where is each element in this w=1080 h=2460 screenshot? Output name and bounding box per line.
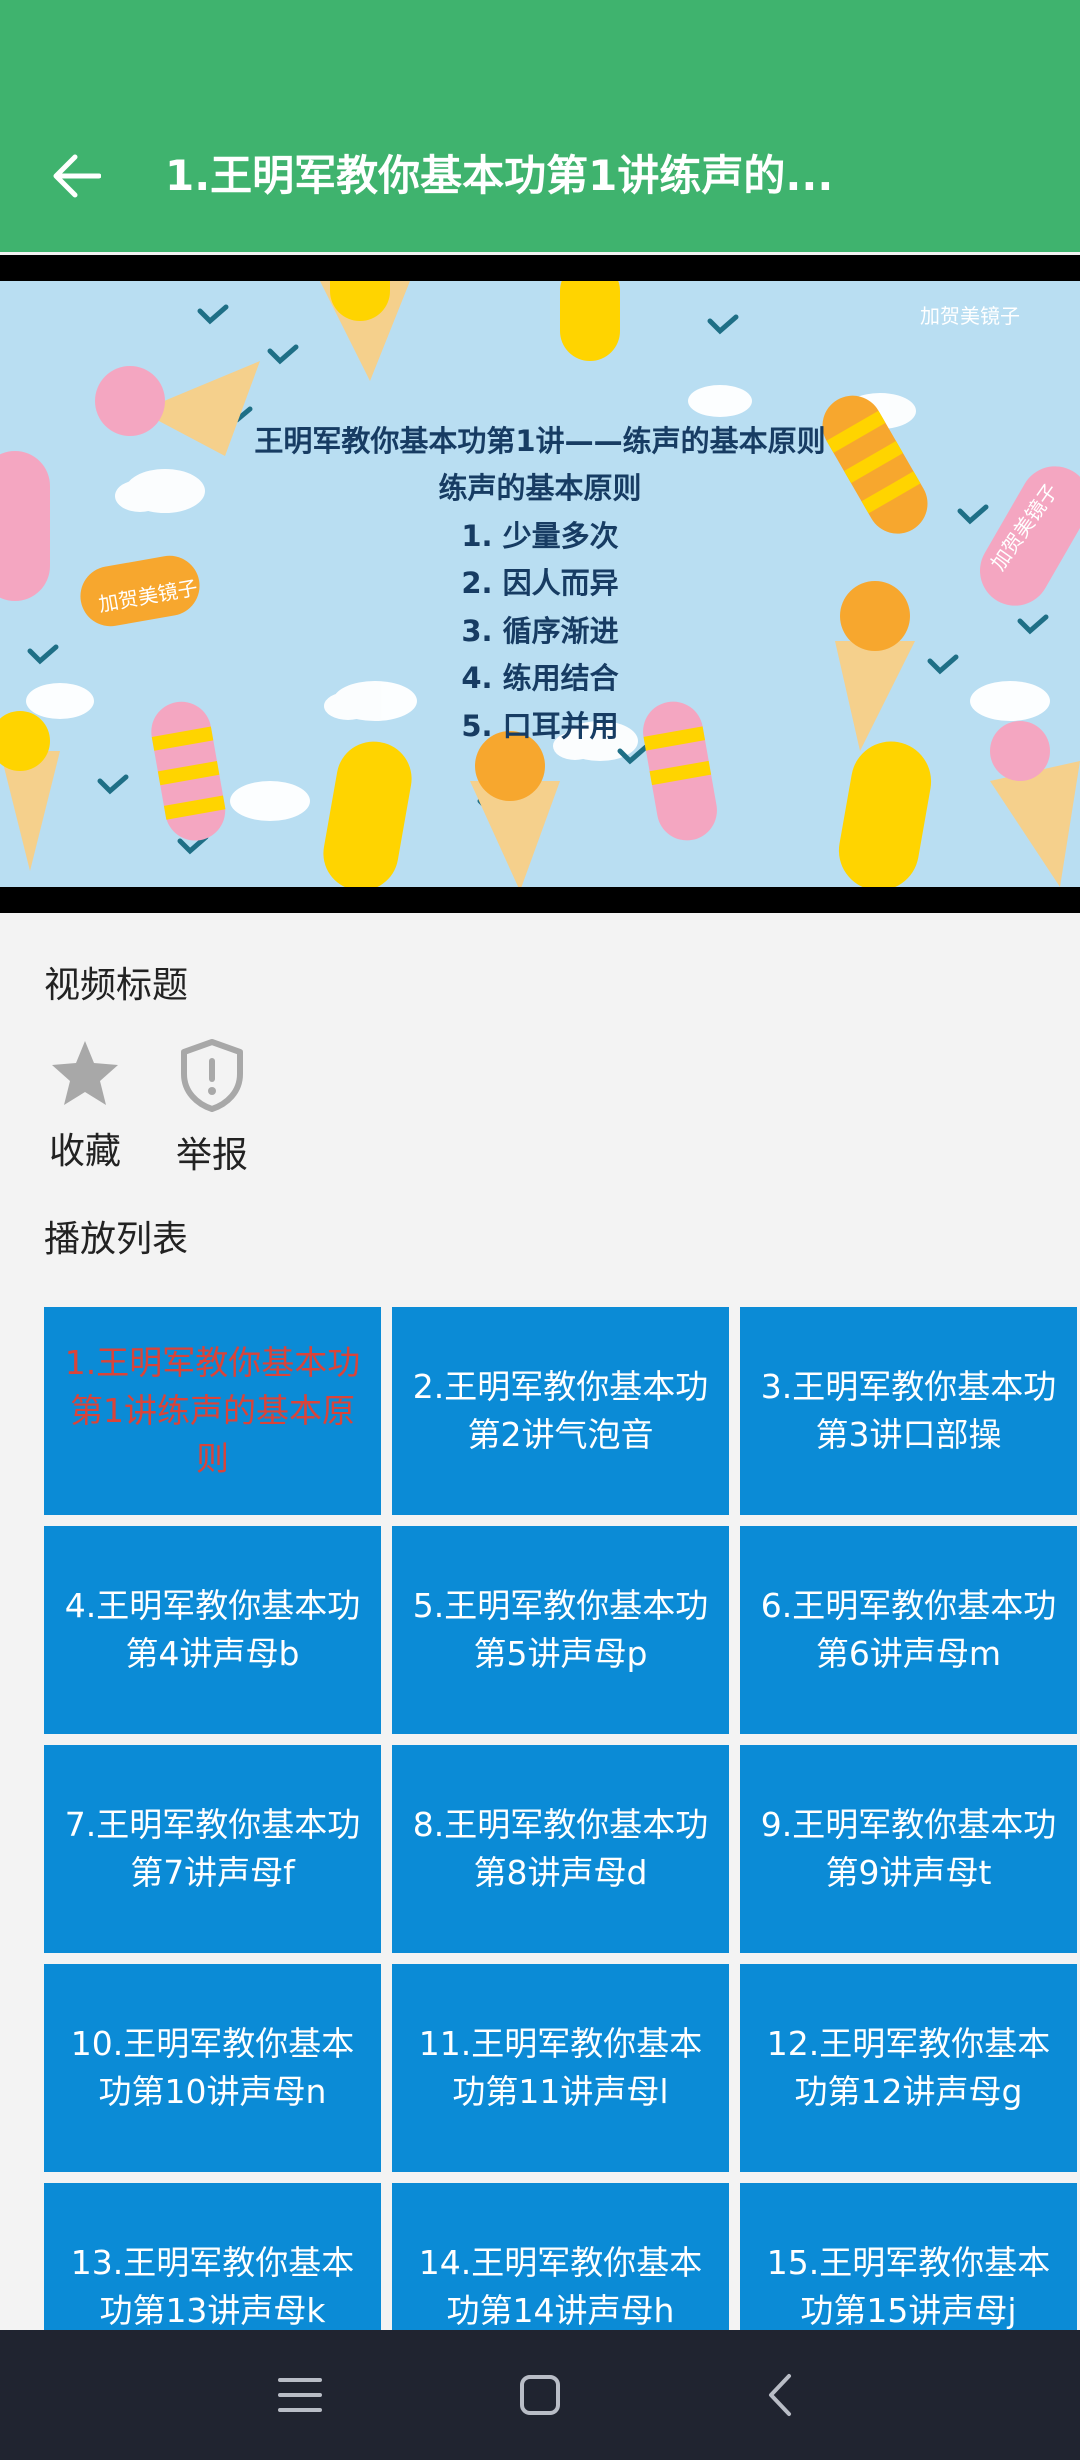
star-icon: [52, 1041, 118, 1105]
playlist-item[interactable]: 14.王明军教你基本功第14讲声母h: [392, 2183, 729, 2330]
playlist-item-label: 5.王明军教你基本功第5讲声母p: [412, 1586, 709, 1673]
slide-point: 3. 循序渐进: [461, 614, 618, 648]
playlist-item[interactable]: 6.王明军教你基本功第6讲声母m: [740, 1526, 1077, 1734]
system-nav-bar: [0, 2330, 1080, 2460]
playlist-grid: 1.王明军教你基本功第1讲练声的基本原则 2.王明军教你基本功第2讲气泡音 3.王明…: [44, 1307, 1080, 2330]
home-button[interactable]: [500, 2355, 580, 2435]
report-button[interactable]: 举报: [152, 1038, 272, 1178]
slide-point: 5. 口耳并用: [461, 709, 618, 743]
playlist-item-label: 10.王明军教你基本功第10讲声母n: [70, 2024, 355, 2111]
menu-icon: [278, 2378, 322, 2412]
video-player[interactable]: 王明军教你基本功第1讲——练声的基本原则 练声的基本原则 1. 少量多次 2. …: [0, 255, 1080, 913]
playlist-item[interactable]: 3.王明军教你基本功第3讲口部操: [740, 1307, 1077, 1515]
video-frame: 王明军教你基本功第1讲——练声的基本原则 练声的基本原则 1. 少量多次 2. …: [0, 281, 1080, 887]
playlist-item[interactable]: 5.王明军教你基本功第5讲声母p: [392, 1526, 729, 1734]
playlist-item-label: 4.王明军教你基本功第4讲声母b: [64, 1586, 361, 1673]
back-button[interactable]: [38, 138, 114, 214]
slide-point: 1. 少量多次: [461, 519, 618, 553]
playlist-item[interactable]: 10.王明军教你基本功第10讲声母n: [44, 1964, 381, 2172]
playlist-item[interactable]: 7.王明军教你基本功第7讲声母f: [44, 1745, 381, 1953]
playlist-item-label: 3.王明军教你基本功第3讲口部操: [760, 1367, 1057, 1454]
favorite-button[interactable]: 收藏: [25, 1038, 145, 1174]
playlist-item[interactable]: 15.王明军教你基本功第15讲声母j: [740, 2183, 1077, 2330]
playlist-item-label: 7.王明军教你基本功第7讲声母f: [64, 1805, 361, 1892]
shield-alert-icon: [181, 1039, 243, 1112]
playlist-item[interactable]: 9.王明军教你基本功第9讲声母t: [740, 1745, 1077, 1953]
playlist-item-label: 14.王明军教你基本功第14讲声母h: [418, 2243, 703, 2330]
video-title-label: 视频标题: [44, 965, 189, 1006]
playlist-item[interactable]: 1.王明军教你基本功第1讲练声的基本原则: [44, 1307, 381, 1515]
playlist-item-label: 2.王明军教你基本功第2讲气泡音: [412, 1367, 709, 1454]
playlist-item[interactable]: 13.王明军教你基本功第13讲声母k: [44, 2183, 381, 2330]
watermark: 加贺美镜子: [920, 304, 1020, 328]
recent-apps-button[interactable]: [260, 2355, 340, 2435]
playlist-item[interactable]: 8.王明军教你基本功第8讲声母d: [392, 1745, 729, 1953]
slide-title: 王明军教你基本功第1讲——练声的基本原则: [254, 424, 825, 458]
playlist-label: 播放列表: [44, 1219, 189, 1260]
report-label: 举报: [175, 1135, 248, 1176]
slide-subtitle: 练声的基本原则: [438, 471, 641, 505]
playlist-item[interactable]: 4.王明军教你基本功第4讲声母b: [44, 1526, 381, 1734]
playlist-item-label: 15.王明军教你基本功第15讲声母j: [766, 2243, 1051, 2330]
page-title: 1.王明军教你基本功第1讲练声的...: [165, 151, 834, 200]
home-square-icon: [520, 2375, 560, 2415]
back-chevron-icon: [769, 2374, 791, 2416]
playlist-item-label: 11.王明军教你基本功第11讲声母l: [418, 2024, 703, 2111]
playlist-item-label: 8.王明军教你基本功第8讲声母d: [412, 1805, 709, 1892]
playlist-item[interactable]: 12.王明军教你基本功第12讲声母g: [740, 1964, 1077, 2172]
app-bar: 1.王明军教你基本功第1讲练声的...: [0, 0, 1080, 252]
playlist-item-label: 13.王明军教你基本功第13讲声母k: [70, 2243, 355, 2330]
slide-point: 4. 练用结合: [461, 661, 618, 695]
playlist-item-label: 9.王明军教你基本功第9讲声母t: [760, 1805, 1057, 1892]
playlist-item[interactable]: 11.王明军教你基本功第11讲声母l: [392, 1964, 729, 2172]
playlist-item-label: 1.王明军教你基本功第1讲练声的基本原则: [64, 1343, 361, 1478]
favorite-label: 收藏: [48, 1131, 121, 1172]
back-nav-button[interactable]: [740, 2355, 820, 2435]
slide-point: 2. 因人而异: [461, 566, 618, 600]
playlist-item[interactable]: 2.王明军教你基本功第2讲气泡音: [392, 1307, 729, 1515]
playlist-item-label: 6.王明军教你基本功第6讲声母m: [760, 1586, 1057, 1673]
playlist-item-label: 12.王明军教你基本功第12讲声母g: [766, 2024, 1051, 2111]
arrow-left-icon: [53, 154, 101, 198]
